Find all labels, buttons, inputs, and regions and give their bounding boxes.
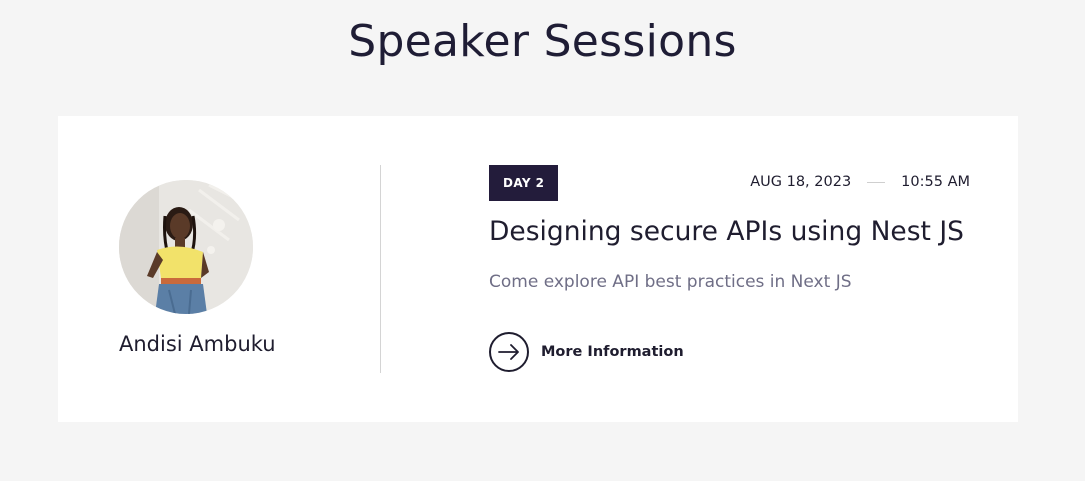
more-information-link[interactable]: More Information	[489, 332, 684, 372]
more-information-label[interactable]: More Information	[541, 344, 684, 360]
session-date: AUG 18, 2023	[750, 174, 852, 190]
arrow-right-circle-icon[interactable]	[489, 332, 529, 372]
day-badge: DAY 2	[489, 165, 559, 201]
speaker-avatar	[119, 180, 253, 314]
session-title[interactable]: Designing secure APIs using Nest JS	[489, 216, 964, 247]
speaker-name[interactable]: Andisi Ambuku	[119, 332, 276, 356]
session-time: 10:55 AM	[901, 174, 970, 190]
card-divider	[380, 165, 381, 373]
session-details: DAY 2 AUG 18, 2023 10:55 AM Designing se…	[489, 165, 970, 385]
arrow-right-icon	[498, 344, 519, 360]
session-description: Come explore API best practices in Next …	[489, 272, 852, 292]
session-meta: AUG 18, 2023 10:55 AM	[750, 174, 970, 190]
session-card: Andisi Ambuku DAY 2 AUG 18, 2023 10:55 A…	[58, 116, 1018, 422]
speaker-panel: Andisi Ambuku	[58, 116, 330, 422]
page-title: Speaker Sessions	[348, 16, 737, 67]
speaker-photo	[119, 180, 253, 314]
meta-separator	[867, 181, 886, 183]
